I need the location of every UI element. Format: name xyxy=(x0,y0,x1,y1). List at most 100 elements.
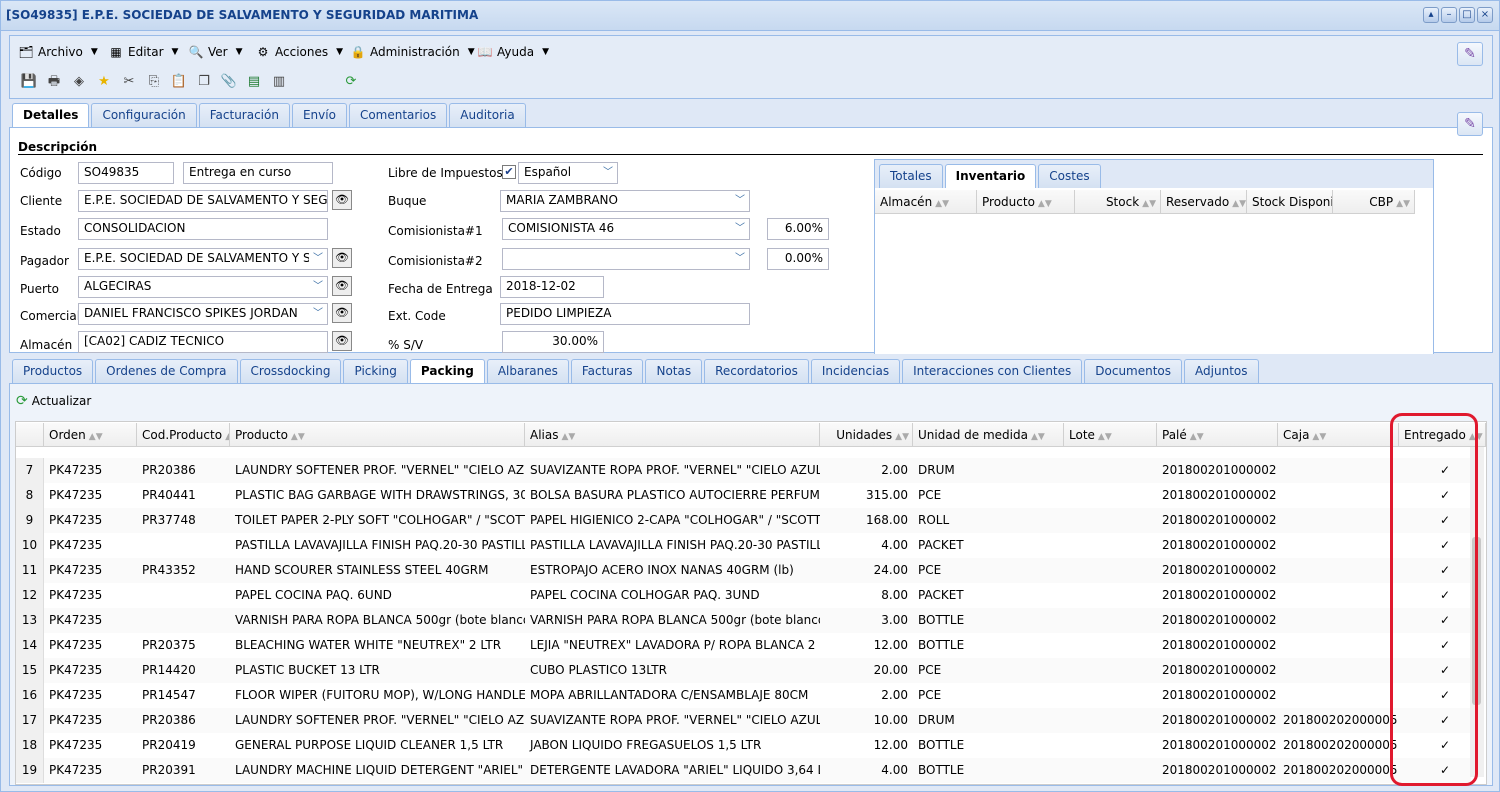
menu-archivo[interactable]: 🗂 Archivo ▼ xyxy=(18,41,97,63)
tab-notas[interactable]: Notas xyxy=(645,359,703,383)
cut-icon[interactable]: ✂ xyxy=(120,73,138,91)
table-row[interactable]: 7 PK47235 PR20386 LAUNDRY SOFTENER PROF. "V… xyxy=(16,458,1471,483)
chevron-down-icon[interactable]: ﹀ xyxy=(599,163,617,183)
menu-ver[interactable]: 🔍 Ver ▼ xyxy=(188,41,243,63)
com2-select[interactable]: ﹀ xyxy=(502,248,750,270)
col-producto[interactable]: Producto ▲▼ xyxy=(230,423,525,447)
menu-acciones[interactable]: ⚙ Acciones ▼ xyxy=(255,41,343,63)
idioma-select[interactable]: Español ﹀ xyxy=(518,162,618,184)
tab-comentarios[interactable]: Comentarios xyxy=(348,103,448,127)
excel-icon[interactable]: ▤ xyxy=(245,73,263,91)
com1-select[interactable]: COMISIONISTA 46 ﹀ xyxy=(502,218,750,240)
col-cod-producto[interactable]: Cod.Producto▲▼ xyxy=(137,423,230,447)
menu-ayuda[interactable]: 📖 Ayuda ▼ xyxy=(477,41,549,63)
close-icon[interactable]: × xyxy=(1477,7,1493,23)
table-row[interactable]: 14 PK47235 PR20375 BLEACHING WATER WHITE "N… xyxy=(16,633,1471,658)
duplicate-icon[interactable]: ❐ xyxy=(195,73,213,91)
com1-pct-field[interactable]: 6.00% xyxy=(767,218,829,240)
tab-totales[interactable]: Totales xyxy=(879,164,943,188)
edit-details-button[interactable]: ✎ xyxy=(1457,112,1483,136)
tab-adjuntos[interactable]: Adjuntos xyxy=(1184,359,1259,383)
table-row[interactable]: 9 PK47235 PR37748 TOILET PAPER 2-PLY SOFT "… xyxy=(16,508,1471,533)
col-reservado[interactable]: Reservado ▲▼ xyxy=(1161,190,1247,214)
tab-albaranes[interactable]: Albaranes xyxy=(486,359,569,383)
table-row[interactable]: 18 PK47235 PR20419 GENERAL PURPOSE LIQUID C… xyxy=(16,733,1471,758)
almacen-field[interactable]: [CA02] CADIZ TECNICO xyxy=(78,331,328,353)
tab-packing[interactable]: Packing xyxy=(409,359,485,383)
table-row[interactable]: 11 PK47235 PR43352 HAND SCOURER STAINLESS S… xyxy=(16,558,1471,583)
table-row[interactable]: 13 PK47235 VARNISH PARA ROPA BLANCA 500gr … xyxy=(16,608,1471,633)
attach-icon[interactable]: 📎 xyxy=(220,73,238,91)
col-unidad-medida[interactable]: Unidad de medida ▲▼ xyxy=(913,423,1064,447)
col-stock-disponible[interactable]: Stock Disponibl xyxy=(1247,190,1333,214)
menu-editar[interactable]: ▦ Editar ▼ xyxy=(108,41,178,63)
eye-icon[interactable]: 👁 xyxy=(332,276,352,296)
comercial-select[interactable]: DANIEL FRANCISCO SPIKES JORDAN ﹀ xyxy=(78,303,328,325)
table-row[interactable]: 19 PK47235 PR20391 LAUNDRY MACHINE LIQUID D… xyxy=(16,758,1471,783)
libre-checkbox[interactable]: ✔ xyxy=(502,165,516,179)
tab-auditoria[interactable]: Auditoria xyxy=(449,103,526,127)
tab-picking[interactable]: Picking xyxy=(343,359,408,383)
col-cbp[interactable]: CBP ▲▼ xyxy=(1333,190,1415,214)
codigo-field[interactable]: SO49835 xyxy=(78,162,174,184)
minimize-icon[interactable]: – xyxy=(1441,7,1457,23)
tab-facturacion[interactable]: Facturación xyxy=(198,103,290,127)
tab-interacciones[interactable]: Interacciones con Clientes xyxy=(902,359,1083,383)
table-row[interactable]: 10 PK47235 PASTILLA LAVAVAJILLA FINISH PAQ… xyxy=(16,533,1471,558)
col-unidades[interactable]: Unidades ▲▼ xyxy=(820,423,913,447)
star-icon[interactable]: ★ xyxy=(95,73,113,91)
tab-facturas[interactable]: Facturas xyxy=(570,359,644,383)
col-lote[interactable]: Lote ▲▼ xyxy=(1064,423,1157,447)
tab-productos[interactable]: Productos xyxy=(12,359,94,383)
tab-documentos[interactable]: Documentos xyxy=(1084,359,1183,383)
eye-icon[interactable]: 👁 xyxy=(332,303,352,323)
pagador-select[interactable]: E.P.E. SOCIEDAD DE SALVAMENTO Y S ﹀ xyxy=(78,248,328,270)
col-producto[interactable]: Producto ▲▼ xyxy=(977,190,1075,214)
eye-icon[interactable]: 👁 xyxy=(332,331,352,351)
copy-icon[interactable]: ⎘ xyxy=(145,73,163,91)
ext-field[interactable]: PEDIDO LIMPIEZA xyxy=(500,303,750,325)
table-row[interactable]: 8 PK47235 PR40441 PLASTIC BAG GARBAGE WITH … xyxy=(16,483,1471,508)
maximize-icon[interactable]: □ xyxy=(1459,7,1475,23)
estado-field[interactable]: CONSOLIDACION xyxy=(78,218,328,240)
table-row[interactable]: 16 PK47235 PR14547 FLOOR WIPER (FUITORU MOP… xyxy=(16,683,1471,708)
tab-inventario[interactable]: Inventario xyxy=(944,164,1037,188)
print-icon[interactable]: 🖶 xyxy=(45,73,63,91)
paste-icon[interactable]: 📋 xyxy=(170,73,188,91)
table-row[interactable]: 12 PK47235 PAPEL COCINA PAQ. 6UND PAPEL COC… xyxy=(16,583,1471,608)
table-row[interactable]: 15 PK47235 PR14420 PLASTIC BUCKET 13 LTR CUB… xyxy=(16,658,1471,683)
chevron-down-icon[interactable]: ﹀ xyxy=(731,191,749,211)
tab-crossdocking[interactable]: Crossdocking xyxy=(239,359,342,383)
tab-costes[interactable]: Costes xyxy=(1038,164,1101,188)
puerto-select[interactable]: ALGECIRAS ﹀ xyxy=(78,276,328,298)
chevron-down-icon[interactable]: ﹀ xyxy=(309,249,327,269)
tab-envio[interactable]: Envío xyxy=(291,103,347,127)
collapse-icon[interactable]: ▴ xyxy=(1423,7,1439,23)
save-icon[interactable]: 💾 xyxy=(20,73,38,91)
buque-select[interactable]: MARIA ZAMBRANO ﹀ xyxy=(500,190,750,212)
tab-configuracion[interactable]: Configuración xyxy=(91,103,197,127)
tab-recordatorios[interactable]: Recordatorios xyxy=(704,359,809,383)
col-caja[interactable]: Caja ▲▼ xyxy=(1278,423,1399,447)
col-stock[interactable]: Stock ▲▼ xyxy=(1075,190,1161,214)
chevron-down-icon[interactable]: ﹀ xyxy=(731,219,749,239)
tab-incidencias[interactable]: Incidencias xyxy=(810,359,901,383)
col-alias[interactable]: Alias ▲▼ xyxy=(525,423,820,447)
eye-icon[interactable]: 👁 xyxy=(332,190,352,210)
stack-icon[interactable]: ◈ xyxy=(70,73,88,91)
estado-pedido-field[interactable]: Entrega en curso xyxy=(183,162,333,184)
report-icon[interactable]: ▥ xyxy=(270,73,288,91)
menu-administracion[interactable]: 🔒 Administración ▼ xyxy=(350,41,475,63)
col-pale[interactable]: Palé ▲▼ xyxy=(1157,423,1278,447)
edit-button[interactable]: ✎ xyxy=(1457,42,1483,66)
cliente-field[interactable]: E.P.E. SOCIEDAD DE SALVAMENTO Y SEG xyxy=(78,190,328,212)
sv-field[interactable]: 30.00% xyxy=(502,331,604,353)
table-row[interactable]: 17 PK47235 PR20386 LAUNDRY SOFTENER PROF. "… xyxy=(16,708,1471,733)
col-almacen[interactable]: Almacén ▲▼ xyxy=(875,190,977,214)
tab-ordenes-compra[interactable]: Ordenes de Compra xyxy=(95,359,238,383)
fecha-field[interactable]: 2018-12-02 xyxy=(500,276,604,298)
chevron-down-icon[interactable]: ﹀ xyxy=(309,304,327,324)
col-orden[interactable]: Orden ▲▼ xyxy=(44,423,137,447)
eye-icon[interactable]: 👁 xyxy=(332,248,352,268)
chevron-down-icon[interactable]: ﹀ xyxy=(309,277,327,297)
